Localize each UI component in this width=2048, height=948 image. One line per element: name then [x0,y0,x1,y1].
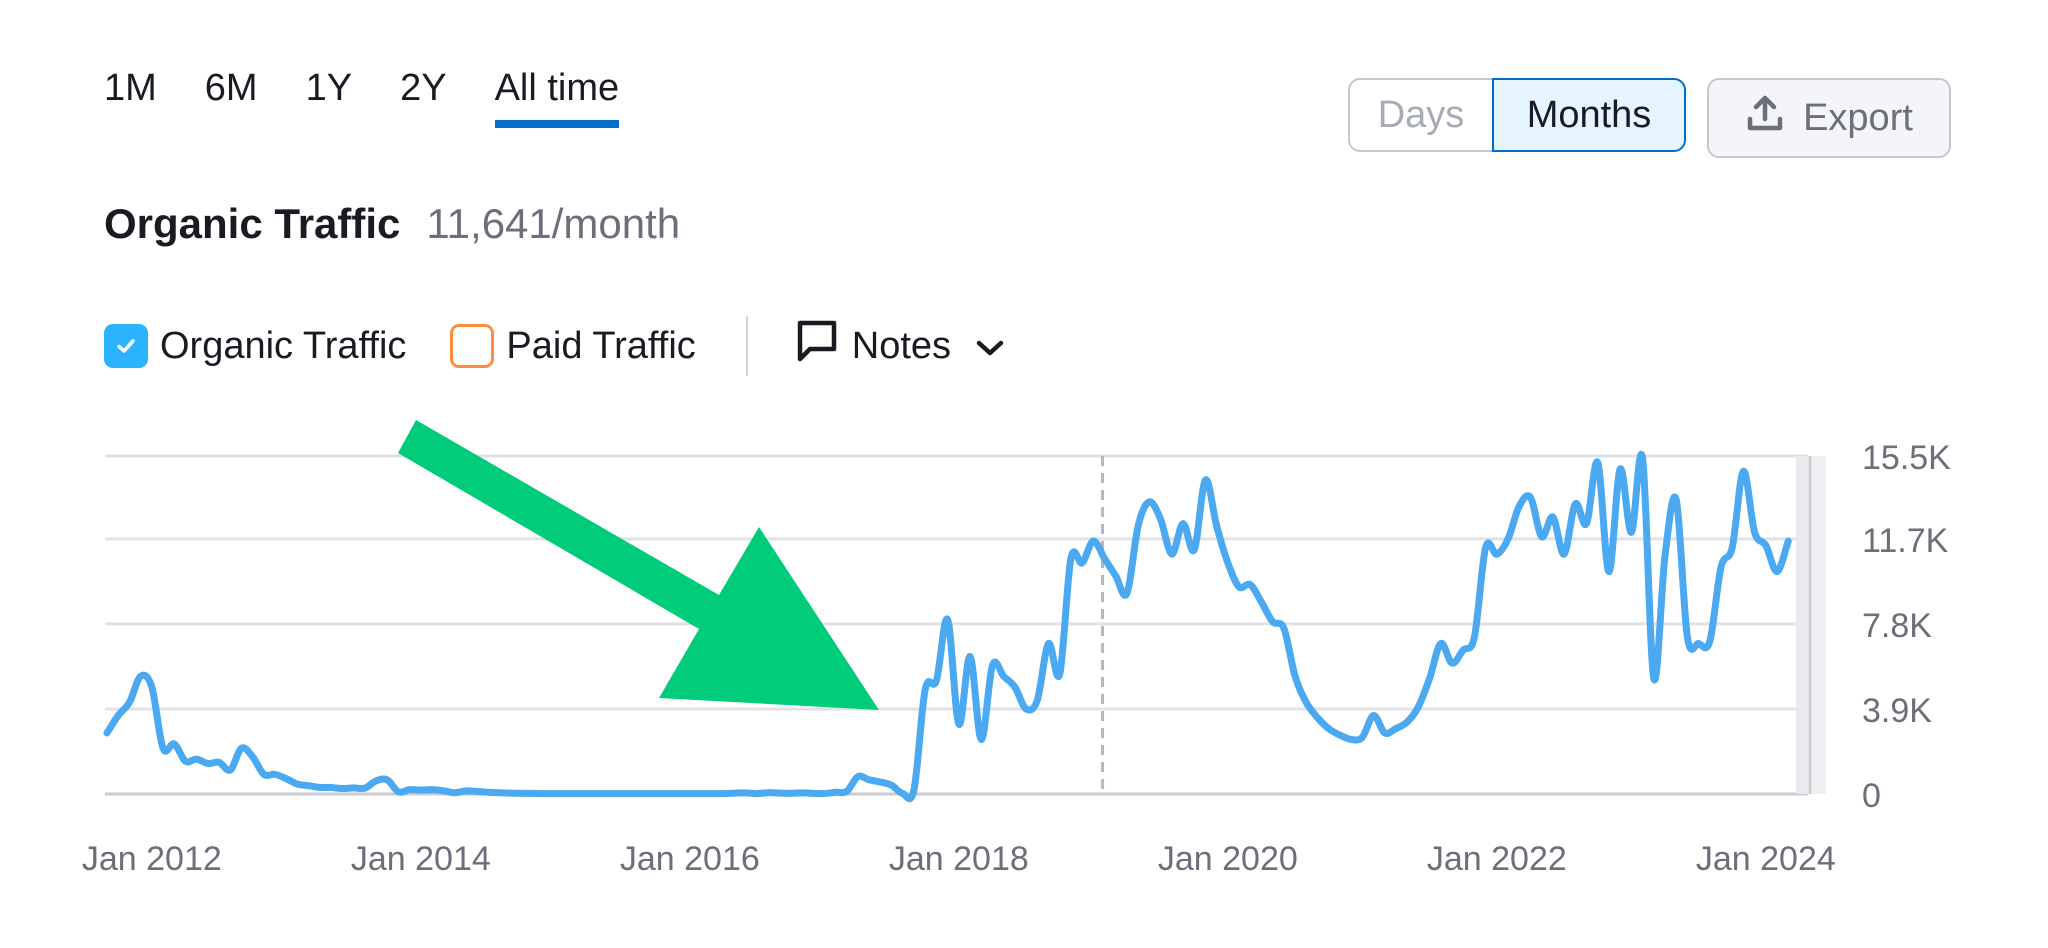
chart-right-edge [1796,456,1826,794]
metric-name: Organic Traffic [104,200,401,247]
y-tick-label: 0 [1862,777,1881,815]
annotation-arrow [398,420,879,710]
metric-value: 11,641/month [426,200,681,247]
y-tick-label: 15.5K [1862,439,1951,477]
months-button[interactable]: Months [1492,78,1686,152]
organic-traffic-checkbox[interactable] [104,324,148,368]
period-tab-6m[interactable]: 6M [205,67,258,124]
period-tab-1y[interactable]: 1Y [306,67,352,124]
y-tick-label: 7.8K [1862,607,1932,645]
organic-traffic-line [103,450,1792,803]
paid-traffic-checkbox[interactable] [450,324,495,368]
gridlines [105,454,1808,796]
legend: Organic Traffic Paid Traffic Notes [104,316,1005,376]
legend-divider [745,316,748,376]
x-tick-label: Jan 2024 [1696,840,1836,878]
x-tick-label: Jan 2016 [620,840,760,878]
legend-organic-traffic[interactable]: Organic Traffic [104,324,406,368]
export-button[interactable]: Export [1707,78,1951,158]
legend-paid-traffic[interactable]: Paid Traffic [450,324,696,368]
period-tab-2y[interactable]: 2Y [400,67,446,124]
period-tab-1m[interactable]: 1M [104,67,157,124]
x-tick-label: Jan 2012 [82,840,222,878]
y-tick-label: 11.7K [1862,522,1949,560]
export-label: Export [1803,96,1913,139]
organic-traffic-label: Organic Traffic [160,324,407,367]
chevron-down-icon [975,325,1005,368]
x-tick-label: Jan 2020 [1158,840,1298,878]
notes-label: Notes [851,324,952,367]
x-tick-label: Jan 2014 [351,840,491,878]
x-tick-label: Jan 2018 [889,840,1029,878]
speech-bubble-icon [796,319,838,373]
paid-traffic-label: Paid Traffic [506,324,696,367]
y-axis: 0 3.9K 7.8K 11.7K 15.5K [1862,439,1951,815]
period-tabs: 1M 6M 1Y 2Y All time [104,67,667,128]
chart-title: Organic Traffic 11,641/month [104,200,680,248]
chart-edge-band [1796,456,1808,794]
checkmark-icon [117,339,135,353]
upload-icon [1745,93,1785,143]
days-button[interactable]: Days [1348,78,1492,152]
notes-dropdown[interactable]: Notes [796,319,1005,373]
granularity-toggle: Days Months [1348,78,1686,156]
y-tick-label: 3.9K [1862,692,1932,730]
x-tick-label: Jan 2022 [1427,840,1567,878]
period-tab-all-time[interactable]: All time [494,67,619,128]
scrollbar [1812,456,1826,794]
x-axis: Jan 2012 Jan 2014 Jan 2016 Jan 2018 Jan 2020… [82,840,1836,878]
